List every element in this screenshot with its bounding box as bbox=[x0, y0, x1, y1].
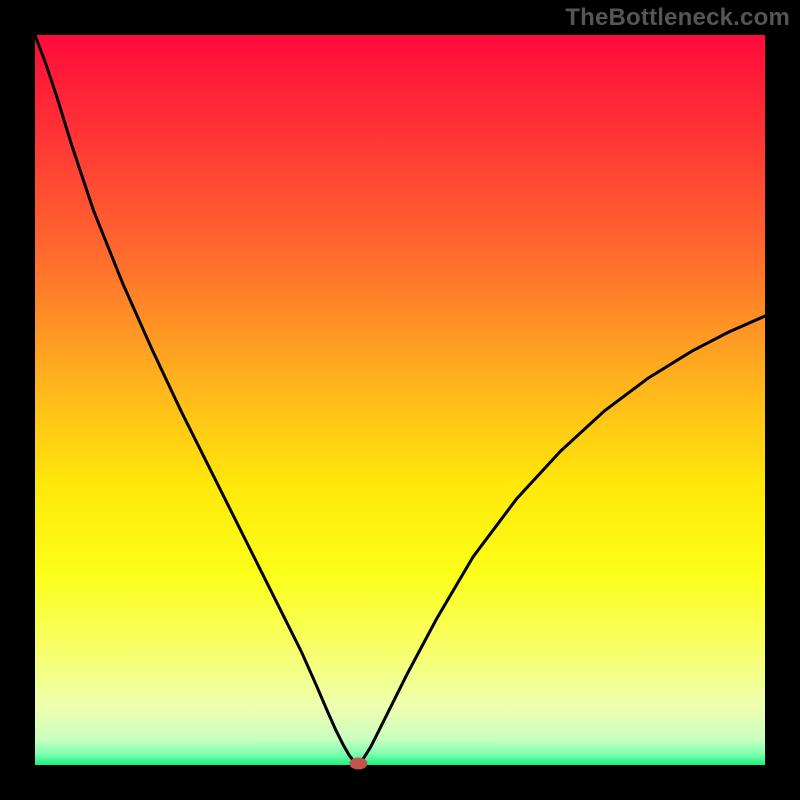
watermark-text: TheBottleneck.com bbox=[565, 4, 790, 32]
bottleneck-chart-svg bbox=[0, 0, 800, 800]
plot-background bbox=[35, 35, 765, 765]
optimum-marker bbox=[349, 758, 367, 770]
chart-frame: TheBottleneck.com bbox=[0, 0, 800, 800]
